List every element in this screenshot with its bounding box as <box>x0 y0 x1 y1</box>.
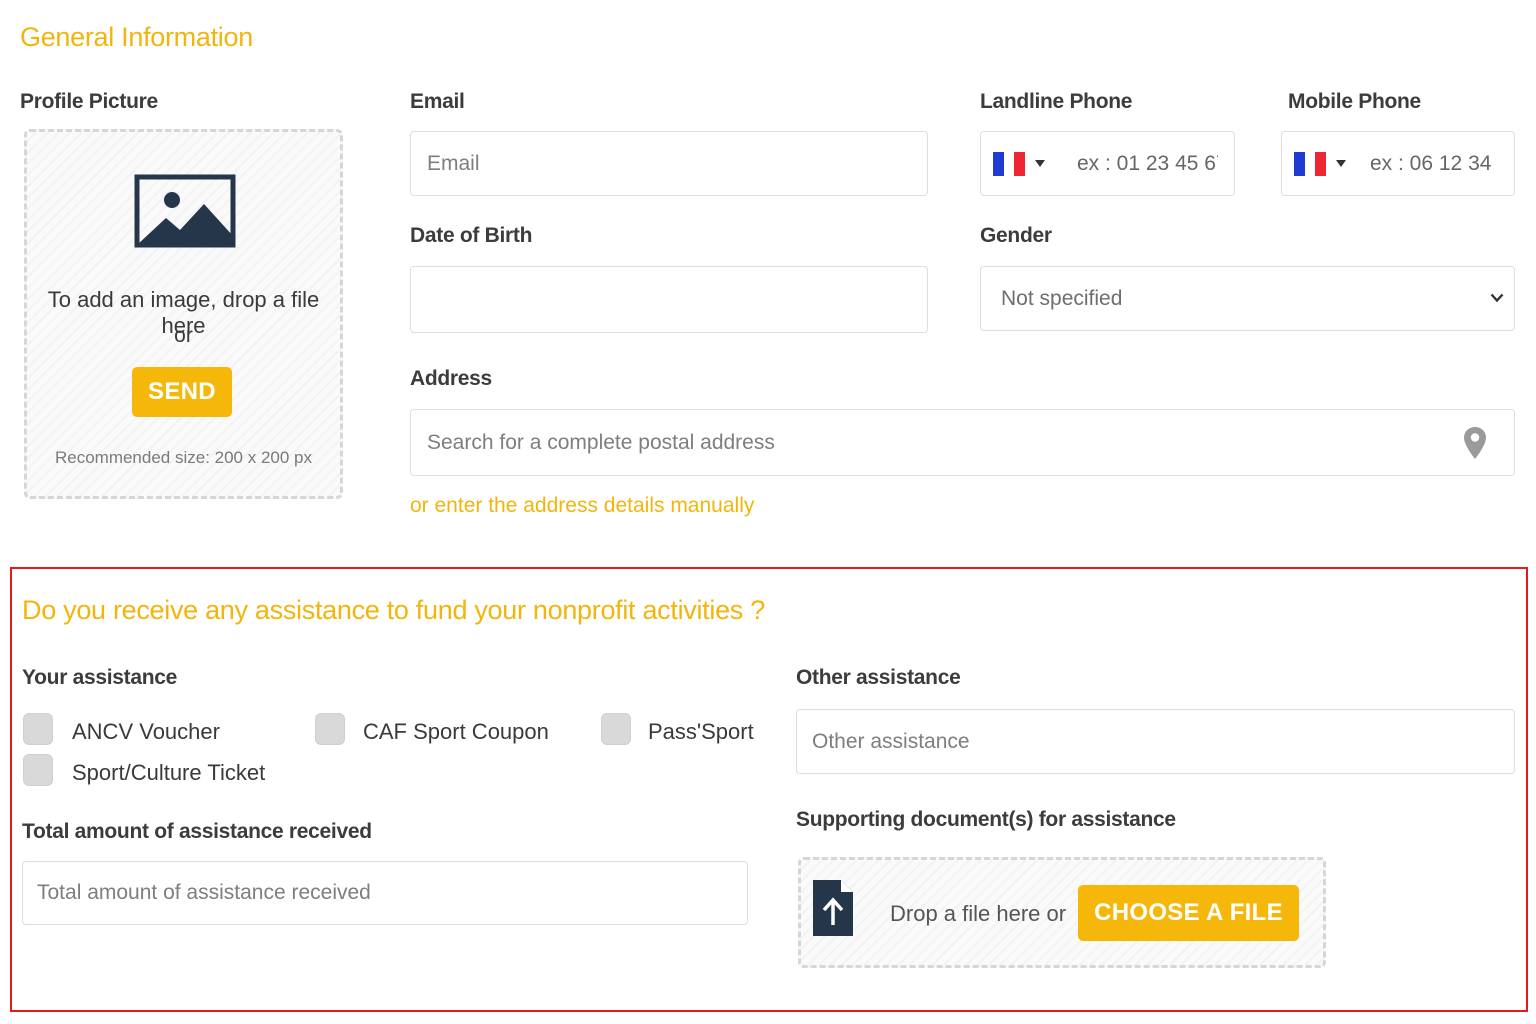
profile-picture-label: Profile Picture <box>20 90 158 113</box>
email-input[interactable] <box>411 132 927 195</box>
email-field-wrapper <box>410 131 928 196</box>
profile-or-text: or <box>174 324 193 347</box>
france-flag-icon[interactable] <box>993 152 1026 176</box>
ancv-voucher-checkbox[interactable] <box>23 713 53 745</box>
manual-address-link[interactable]: or enter the address details manually <box>410 494 754 518</box>
mobile-phone-input[interactable] <box>1354 132 1514 195</box>
total-amount-label: Total amount of assistance received <box>22 820 372 843</box>
recommended-size-text: Recommended size: 200 x 200 px <box>54 448 313 467</box>
landline-phone-label: Landline Phone <box>980 90 1133 113</box>
chevron-down-icon <box>1490 293 1504 303</box>
pass-sport-checkbox[interactable] <box>601 713 631 745</box>
country-dropdown-caret-icon[interactable] <box>1035 160 1045 167</box>
other-assistance-label: Other assistance <box>796 666 961 689</box>
ancv-voucher-label[interactable]: ANCV Voucher <box>72 719 220 745</box>
your-assistance-label: Your assistance <box>22 666 178 689</box>
france-flag-icon[interactable] <box>1294 152 1327 176</box>
landline-phone-input[interactable] <box>1061 132 1234 195</box>
landline-phone-field <box>980 131 1235 196</box>
supporting-documents-label: Supporting document(s) for assistance <box>796 808 1176 831</box>
caf-sport-coupon-checkbox[interactable] <box>315 713 345 745</box>
sport-culture-ticket-label[interactable]: Sport/Culture Ticket <box>72 760 265 786</box>
other-assistance-field-wrapper <box>796 709 1515 774</box>
assistance-section-title: Do you receive any assistance to fund yo… <box>22 595 765 625</box>
choose-a-file-button[interactable]: CHOOSE A FILE <box>1078 885 1299 941</box>
gender-select[interactable]: Not specified <box>980 266 1515 331</box>
general-information-title: General Information <box>20 22 253 52</box>
map-pin-icon[interactable] <box>1463 426 1487 460</box>
date-of-birth-label: Date of Birth <box>410 224 533 247</box>
gender-selected-value: Not specified <box>1001 287 1123 310</box>
pass-sport-label[interactable]: Pass'Sport <box>648 719 754 745</box>
profile-picture-dropzone[interactable]: To add an image, drop a file here or SEN… <box>24 129 343 499</box>
country-dropdown-caret-icon[interactable] <box>1336 160 1346 167</box>
send-button[interactable]: SEND <box>132 367 232 417</box>
gender-label: Gender <box>980 224 1052 247</box>
date-of-birth-input[interactable] <box>411 267 927 332</box>
documents-drop-text: Drop a file here or <box>890 901 1067 926</box>
total-amount-input[interactable] <box>23 862 747 924</box>
address-field-wrapper <box>410 409 1515 476</box>
date-of-birth-field-wrapper <box>410 266 928 333</box>
mobile-phone-label: Mobile Phone <box>1288 90 1421 113</box>
other-assistance-input[interactable] <box>797 710 1514 773</box>
email-label: Email <box>410 90 465 113</box>
total-amount-field-wrapper <box>22 861 748 925</box>
address-search-input[interactable] <box>411 410 1514 475</box>
address-label: Address <box>410 367 492 390</box>
image-placeholder-icon <box>134 174 236 248</box>
supporting-documents-dropzone[interactable]: Drop a file here or CHOOSE A FILE <box>798 857 1326 968</box>
sport-culture-ticket-checkbox[interactable] <box>23 754 53 786</box>
file-upload-icon <box>813 880 853 936</box>
caf-sport-coupon-label[interactable]: CAF Sport Coupon <box>363 719 549 745</box>
mobile-phone-field <box>1281 131 1515 196</box>
